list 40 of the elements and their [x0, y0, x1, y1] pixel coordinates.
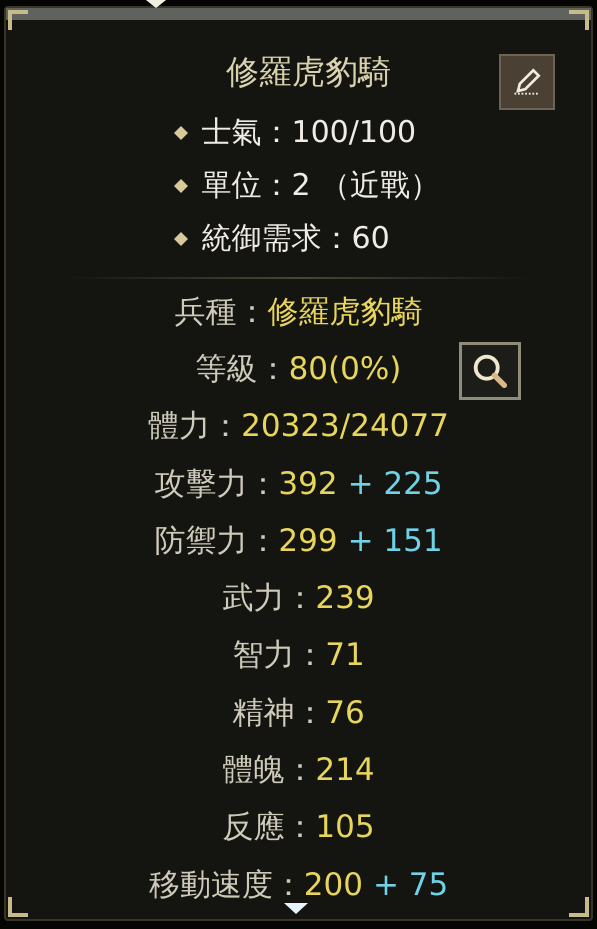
- corner-ornament-icon: [6, 8, 30, 32]
- diamond-bullet-icon: [174, 178, 188, 192]
- stat-value: 392: [278, 466, 338, 502]
- corner-ornament-icon: [567, 895, 591, 919]
- diamond-bullet-icon: [174, 232, 188, 246]
- stat-value: 修羅虎豹騎: [268, 292, 422, 332]
- stat-bonus: + 225: [348, 466, 443, 502]
- unit-info-text: 統御需求：60: [202, 220, 390, 258]
- corner-ornament-icon: [567, 8, 591, 32]
- stat-label: 移動速度：: [148, 866, 304, 905]
- stat-label: 精神：: [232, 694, 326, 733]
- corner-ornament-icon: [6, 895, 30, 919]
- unit-title: 修羅虎豹騎: [225, 51, 391, 93]
- stat-label: 等級：: [196, 350, 289, 389]
- search-button[interactable]: [459, 342, 522, 400]
- stat-bonus: + 151: [348, 522, 443, 559]
- stat-label: 智力：: [232, 636, 326, 676]
- stat-label: 防禦力：: [154, 522, 278, 561]
- stat-label: 武力：: [222, 579, 316, 618]
- stat-value: 299: [278, 522, 338, 559]
- stat-value: 80(0%): [288, 350, 402, 387]
- diamond-bullet-icon: [174, 126, 188, 140]
- stat-label: 兵種：: [174, 292, 268, 332]
- stat-value: 76: [325, 694, 365, 731]
- stat-value: 214: [315, 752, 375, 788]
- pointer-icon: [146, 0, 166, 10]
- stat-label: 體力：: [148, 407, 242, 446]
- stat-value: 105: [315, 809, 375, 846]
- stat-value: 200: [304, 866, 363, 903]
- edit-button[interactable]: [499, 54, 555, 110]
- stat-label: 反應：: [222, 808, 316, 848]
- stat-bonus: + 75: [372, 866, 448, 903]
- stat-label: 攻擊力：: [154, 464, 278, 504]
- stat-value: 71: [325, 637, 365, 674]
- stat-value: 239: [315, 580, 375, 616]
- scroll-down-icon: [284, 903, 308, 915]
- stat-value: 20323/24077: [241, 408, 449, 444]
- unit-info-text: 單位：2 （近戰）: [202, 167, 440, 205]
- stat-label: 體魄：: [222, 751, 316, 790]
- unit-info-text: 士氣：100/100: [202, 114, 416, 152]
